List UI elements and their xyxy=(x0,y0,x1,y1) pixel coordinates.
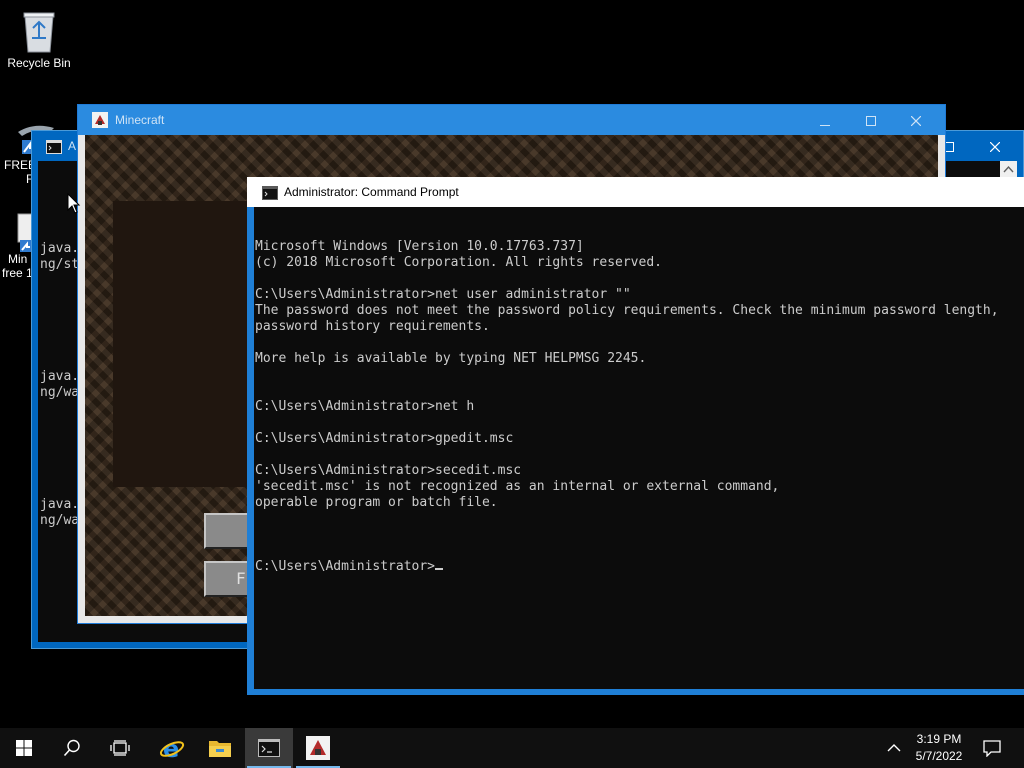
background-console-output-line xyxy=(40,465,79,481)
console-output-line: C:\Users\Administrator>secedit.msc xyxy=(255,463,522,478)
background-console-output-line: java. xyxy=(40,241,80,256)
command-prompt-titlebar[interactable]: Administrator: Command Prompt xyxy=(247,177,1024,207)
recycle-bin-label: Recycle Bin xyxy=(7,56,71,70)
console-output: Microsoft Windows [Version 10.0.17763.73… xyxy=(255,207,999,607)
internet-explorer-button[interactable]: e xyxy=(148,728,196,768)
background-console-output: java. ng/st java. ng/wa java. ng/wa xyxy=(40,241,79,529)
background-console-output-line: ng/st xyxy=(40,257,80,272)
command-prompt-console[interactable]: Microsoft Windows [Version 10.0.17763.73… xyxy=(254,207,1024,689)
search-button[interactable] xyxy=(48,728,96,768)
internet-explorer-icon: e xyxy=(159,735,185,761)
taskbar: e 3:19 PM 5/7/2022 xyxy=(0,728,1024,768)
maximize-button[interactable] xyxy=(848,105,894,135)
task-view-icon xyxy=(110,740,130,756)
background-console-output-line xyxy=(40,433,79,449)
taskbar-command-prompt[interactable] xyxy=(245,728,293,768)
minecraft-icon xyxy=(92,112,108,128)
background-console-output-line xyxy=(40,481,79,497)
console-output-line: C:\Users\Administrator>gpedit.msc xyxy=(255,431,514,446)
background-console-output-line: ng/wa xyxy=(40,513,80,528)
minimize-icon xyxy=(820,125,830,127)
console-output-line: (c) 2018 Microsoft Corporation. All righ… xyxy=(255,255,662,270)
console-prompt-line[interactable]: C:\Users\Administrator> xyxy=(255,559,999,575)
console-output-line: The password does not meet the password … xyxy=(255,303,999,318)
console-output-line: operable program or batch file. xyxy=(255,495,498,510)
chevron-up-icon xyxy=(887,744,901,752)
console-output-line: C:\Users\Administrator>net h xyxy=(255,399,475,414)
background-console-output-line xyxy=(40,417,79,433)
close-icon xyxy=(989,141,1001,153)
clock-time: 3:19 PM xyxy=(916,732,962,746)
text-cursor xyxy=(435,568,444,570)
close-button[interactable] xyxy=(972,131,1018,161)
file-explorer-button[interactable] xyxy=(196,728,244,768)
mouse-pointer-icon xyxy=(67,193,81,214)
notifications-icon xyxy=(983,740,1001,757)
console-output-line: 'secedit.msc' is not recognized as an in… xyxy=(255,479,780,494)
background-console-title: A xyxy=(68,139,77,153)
file-explorer-icon xyxy=(209,741,231,757)
clock-date: 5/7/2022 xyxy=(915,749,963,763)
background-console-output-line xyxy=(40,401,79,417)
minecraft-launcher-icon xyxy=(306,736,330,760)
start-button[interactable] xyxy=(0,728,48,768)
maximize-icon xyxy=(866,116,876,127)
command-prompt-window[interactable]: Administrator: Command Prompt Microsoft … xyxy=(247,177,1024,695)
background-console-output-line: ng/wa xyxy=(40,385,80,400)
close-icon xyxy=(910,115,922,127)
console-output-line: More help is available by typing NET HEL… xyxy=(255,351,647,366)
minecraft-titlebar[interactable]: Minecraft xyxy=(78,105,945,135)
background-console-output-line xyxy=(40,321,79,337)
console-lines: Microsoft Windows [Version 10.0.17763.73… xyxy=(255,239,999,527)
console-output-line: Microsoft Windows [Version 10.0.17763.73… xyxy=(255,239,584,254)
background-console-output-line xyxy=(40,337,79,353)
console-icon xyxy=(262,186,278,200)
minimize-button[interactable] xyxy=(802,105,848,135)
console-output-line: password history requirements. xyxy=(255,319,490,334)
taskbar-minecraft[interactable] xyxy=(294,728,342,768)
windows-start-icon xyxy=(16,740,32,756)
task-view-button[interactable] xyxy=(96,728,144,768)
desktop-icon-recycle-bin[interactable]: Recycle Bin xyxy=(0,8,78,70)
command-prompt-title: Administrator: Command Prompt xyxy=(284,185,459,199)
console-prompt: C:\Users\Administrator> xyxy=(255,559,436,574)
recycle-bin-icon xyxy=(23,12,55,53)
background-console-output-line xyxy=(40,289,79,305)
notifications-button[interactable] xyxy=(968,728,1016,768)
close-button[interactable] xyxy=(893,105,939,135)
background-console-output-line xyxy=(40,449,79,465)
search-icon xyxy=(63,739,80,757)
console-icon xyxy=(46,140,62,154)
background-console-output-line: java. xyxy=(40,369,80,384)
system-clock[interactable]: 3:19 PM 5/7/2022 xyxy=(910,731,968,765)
minecraft-title: Minecraft xyxy=(115,113,165,127)
command-prompt-icon xyxy=(258,739,280,757)
background-console-output-line xyxy=(40,273,79,289)
background-console-output-line: java. xyxy=(40,497,80,512)
minecraft-menu-button-2-label: F xyxy=(236,569,246,588)
background-console-output-line xyxy=(40,305,79,321)
background-console-output-line xyxy=(40,353,79,369)
console-output-line: C:\Users\Administrator>net user administ… xyxy=(255,287,631,302)
